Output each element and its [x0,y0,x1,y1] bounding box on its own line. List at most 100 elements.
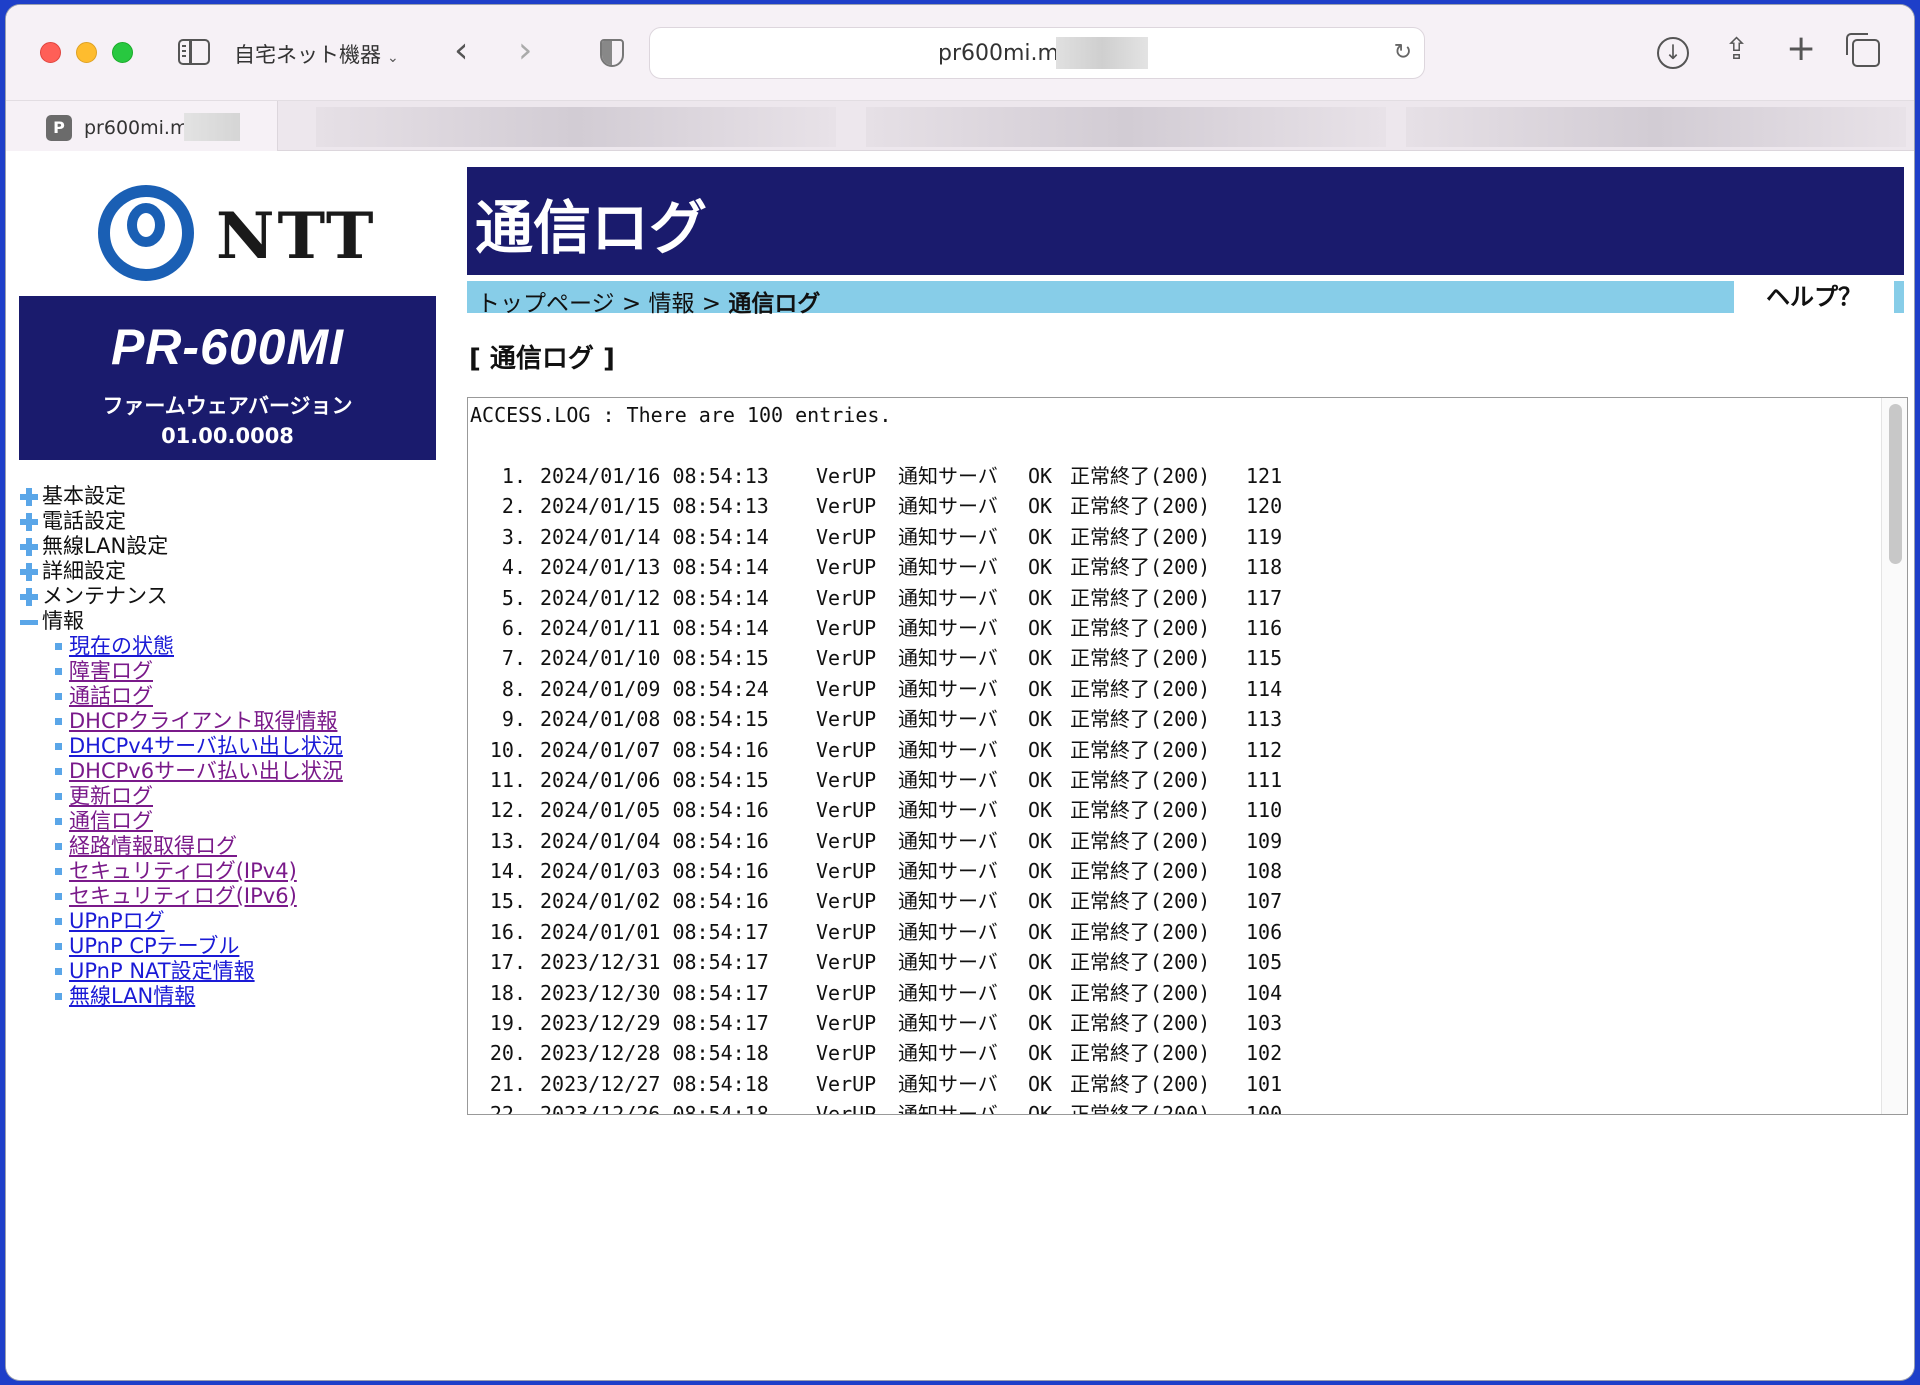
expand-plus-icon [19,587,39,607]
log-cell-type: VerUP [816,676,877,701]
link-wlan-info[interactable]: 無線LAN情報 [69,984,195,1009]
log-textarea[interactable]: ACCESS.LOG : There are 100 entries. 1. 20… [467,397,1908,1115]
window-maximize-button[interactable] [112,42,133,63]
log-cell-dt: 2024/01/08 08:54:15 [540,707,769,732]
breadcrumb-info[interactable]: 情報 [648,291,694,317]
breadcrumb-top[interactable]: トップページ [477,291,615,317]
log-cell-num: 107 [1246,889,1283,914]
log-cell-dt: 2023/12/27 08:54:18 [540,1071,769,1096]
log-cell-st: 正常終了(200) [1070,859,1211,884]
log-cell-srv: 通知サーバ [898,1041,998,1066]
expand-plus-icon [19,512,39,532]
log-cell-type: VerUP [816,1011,877,1036]
menu-item-wlan-settings[interactable]: 無線LAN設定 [19,534,439,559]
bullet-icon [55,768,62,775]
log-cell-ok: OK [1028,707,1053,732]
reload-icon[interactable]: ↻ [1394,40,1412,65]
bullet-icon [55,893,62,900]
log-cell-type: VerUP [816,524,877,549]
privacy-shield-icon[interactable] [600,39,624,67]
link-dhcpv6-server-status[interactable]: DHCPv6サーバ払い出し状況 [69,759,343,784]
sidebar-toggle-icon[interactable] [178,39,210,65]
log-cell-ok: OK [1028,889,1053,914]
log-cell-num: 101 [1246,1071,1283,1096]
log-cell-srv: 通知サーバ [898,950,998,975]
log-cell-dt: 2023/12/31 08:54:17 [540,950,769,975]
tab-overview-icon[interactable] [1846,33,1880,67]
window-minimize-button[interactable] [76,42,97,63]
tab-redacted[interactable] [1406,107,1906,147]
log-cell-idx: 6. [501,615,526,640]
download-icon[interactable]: ↓ [1657,37,1689,69]
submenu-item: 現在の状態 [55,634,439,659]
link-upnp-log[interactable]: UPnPログ [69,909,165,934]
log-cell-idx: 19. [489,1011,526,1036]
menu-item-basic-settings[interactable]: 基本設定 [19,484,439,509]
back-button[interactable]: ‹ [454,33,468,69]
breadcrumb-text: トップページ > 情報 > 通信ログ [477,284,820,318]
log-row: 8. 2024/01/09 08:54:24 VerUP 通知サーバ OK 正常終了(20… [470,674,1282,704]
log-cell-srv: 通知サーバ [898,707,998,732]
tab-redacted[interactable] [866,107,1386,147]
link-upnp-cp-table[interactable]: UPnP CPテーブル [69,934,239,959]
link-route-info-log[interactable]: 経路情報取得ログ [69,834,237,859]
log-cell-dt: 2024/01/12 08:54:14 [540,585,769,610]
log-cell-ok: OK [1028,585,1053,610]
log-cell-dt: 2024/01/03 08:54:16 [540,859,769,884]
link-comm-log[interactable]: 通信ログ [69,809,153,834]
address-bar[interactable]: pr600mi.m ↻ [649,27,1425,79]
link-fault-log[interactable]: 障害ログ [69,659,153,684]
tab-group-selector[interactable]: 自宅ネット機器 ⌄ [234,39,399,69]
log-row: 3. 2024/01/14 08:54:14 VerUP 通知サーバ OK 正常終了(20… [470,522,1282,552]
log-cell-type: VerUP [816,919,877,944]
log-cell-idx: 17. [489,950,526,975]
log-cell-num: 121 [1246,464,1283,488]
link-current-status[interactable]: 現在の状態 [69,634,174,659]
submenu-item: 通話ログ [55,684,439,709]
menu-item-info[interactable]: 情報 [19,609,439,634]
help-button[interactable]: ヘルプ？ [1734,280,1894,314]
log-row: 19. 2023/12/29 08:54:17 VerUP 通知サーバ OK 正常終了(2… [470,1008,1282,1038]
forward-button[interactable]: › [518,33,532,69]
log-cell-dt: 2024/01/04 08:54:16 [540,828,769,853]
link-dhcpv4-server-status[interactable]: DHCPv4サーバ払い出し状況 [69,734,343,759]
link-dhcp-client-info[interactable]: DHCPクライアント取得情報 [69,709,337,734]
submenu-item: セキュリティログ(IPv6) [55,884,439,909]
submenu-item: 経路情報取得ログ [55,834,439,859]
log-scrollbar-thumb[interactable] [1889,404,1902,564]
link-security-log-ipv4[interactable]: セキュリティログ(IPv4) [69,859,297,884]
submenu-item: 障害ログ [55,659,439,684]
menu-item-maintenance[interactable]: メンテナンス [19,584,439,609]
submenu-item: セキュリティログ(IPv4) [55,859,439,884]
log-scrollbar[interactable] [1881,398,1907,1114]
log-cell-idx: 18. [489,980,526,1005]
menu-item-phone-settings[interactable]: 電話設定 [19,509,439,534]
log-cell-ok: OK [1028,919,1053,944]
tab-active[interactable]: P pr600mi.m [6,101,278,151]
menu-item-advanced-settings[interactable]: 詳細設定 [19,559,439,584]
log-cell-dt: 2024/01/06 08:54:15 [540,767,769,792]
log-cell-srv: 通知サーバ [898,828,998,853]
page-title: 通信ログ [475,194,708,262]
tab-redacted[interactable] [316,107,836,147]
log-cell-idx: 15. [489,889,526,914]
log-cell-type: VerUP [816,859,877,884]
log-cell-dt: 2024/01/09 08:54:24 [540,676,769,701]
menu-item-label: 基本設定 [42,484,126,508]
log-cell-st: 正常終了(200) [1070,889,1211,914]
log-cell-ok: OK [1028,980,1053,1005]
link-update-log[interactable]: 更新ログ [69,784,153,809]
share-icon[interactable]: ⇪ [1724,35,1749,65]
new-tab-icon[interactable]: + [1786,31,1816,67]
log-cell-type: VerUP [816,464,877,488]
log-cell-srv: 通知サーバ [898,646,998,671]
log-cell-st: 正常終了(200) [1070,1041,1211,1066]
log-cell-st: 正常終了(200) [1070,707,1211,732]
ntt-logo-inner [127,203,165,247]
log-cell-idx: 22. [489,1102,526,1115]
link-upnp-nat-settings[interactable]: UPnP NAT設定情報 [69,959,255,984]
link-security-log-ipv6[interactable]: セキュリティログ(IPv6) [69,884,297,909]
log-cell-num: 100 [1246,1102,1283,1115]
link-call-log[interactable]: 通話ログ [69,684,153,709]
window-close-button[interactable] [40,42,61,63]
